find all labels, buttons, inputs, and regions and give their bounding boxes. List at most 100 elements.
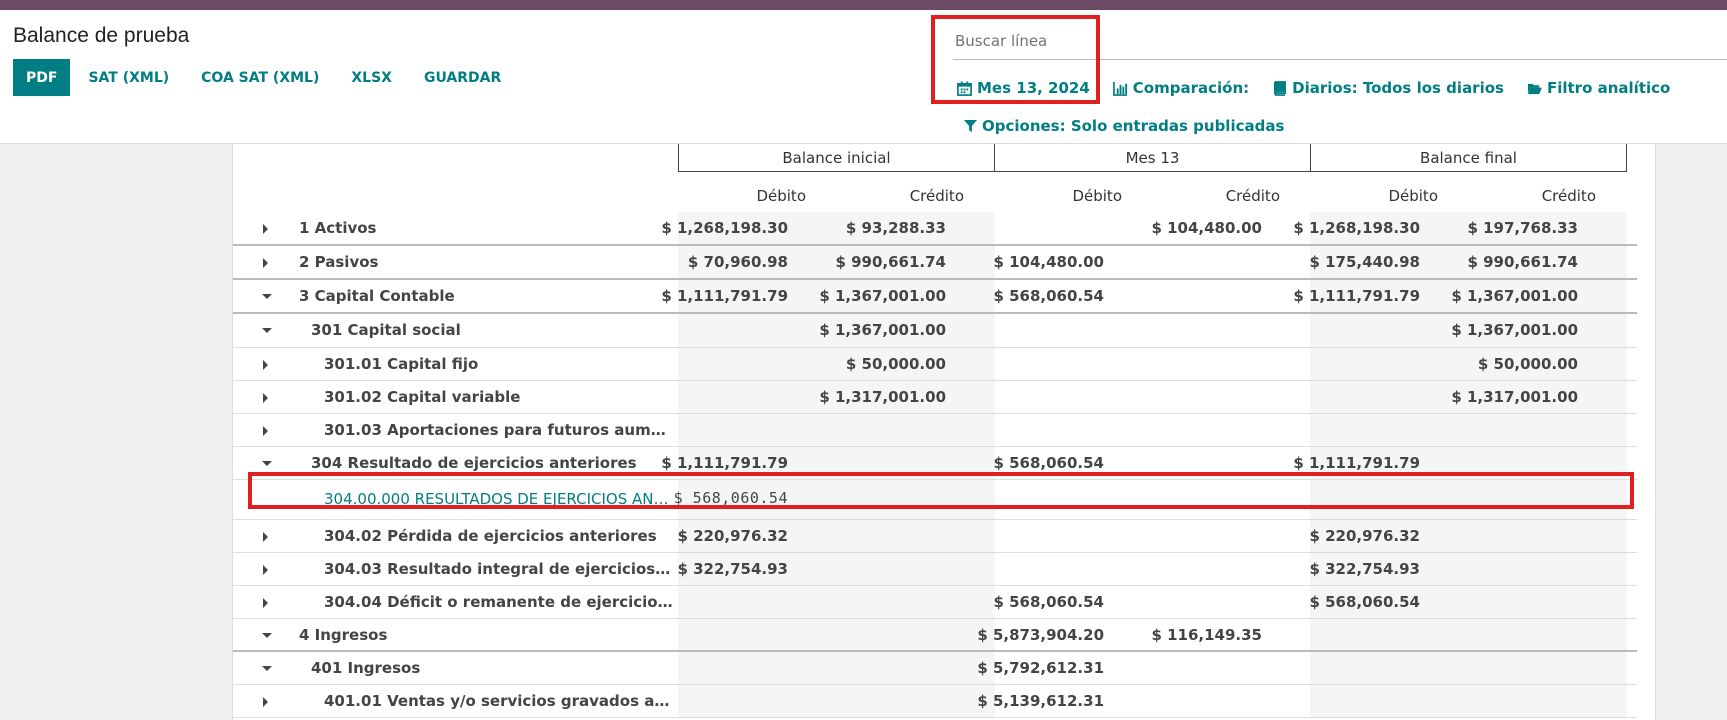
caret-right-icon[interactable] bbox=[263, 360, 268, 370]
amount-cell: $ 990,661.74 bbox=[835, 253, 946, 271]
amount-cell: $ 116,149.35 bbox=[1151, 626, 1262, 644]
group-header-balance-final: Balance final bbox=[1310, 144, 1627, 172]
amount-cell: $ 50,000.00 bbox=[1477, 355, 1578, 373]
caret-right-icon[interactable] bbox=[263, 697, 268, 707]
table-row[interactable]: 304.03 Resultado integral de ejercicios … bbox=[233, 553, 1637, 586]
table-row[interactable]: 304.00.000 RESULTADOS DE EJERCICIOS ANTE… bbox=[233, 480, 1637, 520]
caret-right-icon[interactable] bbox=[263, 426, 268, 436]
group-header-mes-13: Mes 13 bbox=[994, 144, 1311, 172]
caret-down-icon[interactable] bbox=[262, 461, 272, 466]
caret-down-icon[interactable] bbox=[262, 328, 272, 333]
column-shade bbox=[678, 685, 995, 717]
table-row[interactable]: 301.03 Aportaciones para futuros aumento… bbox=[233, 414, 1637, 447]
account-name: 301.03 Aportaciones para futuros aumento… bbox=[324, 421, 673, 439]
group-header-balance-inicial: Balance inicial bbox=[678, 144, 995, 172]
table-row[interactable]: 2 Pasivos $ 70,960.98 $ 990,661.74 $ 104,48… bbox=[233, 246, 1637, 280]
account-name: 304.03 Resultado integral de ejercicios … bbox=[324, 560, 673, 578]
column-shade bbox=[1310, 414, 1627, 446]
sat-xml-button[interactable]: SAT (XML) bbox=[72, 59, 185, 96]
amount-cell: $ 568,060.54 bbox=[993, 287, 1104, 305]
column-shade bbox=[1310, 480, 1627, 519]
caret-right-icon[interactable] bbox=[263, 532, 268, 542]
search-bar bbox=[953, 23, 1727, 60]
amount-cell: $ 1,111,791.79 bbox=[661, 454, 788, 472]
table-row[interactable]: 301 Capital social $ 1,367,001.00 $ 1,367,… bbox=[233, 314, 1637, 348]
amount-cell: $ 93,288.33 bbox=[845, 219, 946, 237]
caret-right-icon[interactable] bbox=[263, 224, 268, 234]
amount-cell: $ 568,060.54 bbox=[673, 489, 788, 507]
comparison-filter[interactable]: Comparación: bbox=[1112, 79, 1249, 97]
amount-cell: $ 568,060.54 bbox=[1309, 593, 1420, 611]
amount-cell: $ 322,754.93 bbox=[1309, 560, 1420, 578]
caret-down-icon[interactable] bbox=[262, 633, 272, 638]
date-filter[interactable]: Mes 13, 2024 bbox=[957, 79, 1090, 97]
table-row[interactable]: 301.02 Capital variable $ 1,317,001.00 $ 1… bbox=[233, 381, 1637, 414]
account-link[interactable]: 304.00.000 RESULTADOS DE EJERCICIOS ANTE… bbox=[324, 490, 673, 508]
column-shade bbox=[678, 619, 995, 650]
caret-right-icon[interactable] bbox=[263, 393, 268, 403]
amount-cell: $ 5,873,904.20 bbox=[977, 626, 1104, 644]
caret-right-icon[interactable] bbox=[263, 565, 268, 575]
amount-cell: $ 1,111,791.79 bbox=[1293, 454, 1420, 472]
account-name: 301.01 Capital fijo bbox=[324, 355, 479, 373]
guardar-button[interactable]: GUARDAR bbox=[408, 59, 517, 96]
journals-filter-label: Diarios: Todos los diarios bbox=[1292, 79, 1504, 97]
account-name: 301 Capital social bbox=[311, 321, 461, 339]
amount-cell: $ 1,367,001.00 bbox=[819, 321, 946, 339]
xlsx-button[interactable]: XLSX bbox=[335, 59, 408, 96]
table-row[interactable]: 304.04 Déficit o remanente de ejercicio … bbox=[233, 586, 1637, 619]
table-row[interactable]: 401 Ingresos $ 5,792,612.31 bbox=[233, 652, 1637, 685]
table-row[interactable]: 1 Activos $ 1,268,198.30 $ 93,288.33 $ 104,… bbox=[233, 212, 1637, 246]
amount-cell: $ 104,480.00 bbox=[1151, 219, 1262, 237]
options-filter[interactable]: Opciones: Solo entradas publicadas bbox=[964, 117, 1284, 135]
date-filter-label: Mes 13, 2024 bbox=[977, 79, 1090, 97]
column-shade bbox=[1310, 685, 1627, 717]
column-shade bbox=[1310, 348, 1627, 380]
account-name: 4 Ingresos bbox=[299, 626, 388, 644]
table-row[interactable]: 301.01 Capital fijo $ 50,000.00 $ 50,000.0… bbox=[233, 348, 1637, 381]
account-name: 304.04 Déficit o remanente de ejercicio … bbox=[324, 593, 673, 611]
amount-cell: $ 1,367,001.00 bbox=[819, 287, 946, 305]
coa-sat-xml-button[interactable]: COA SAT (XML) bbox=[185, 59, 335, 96]
caret-down-icon[interactable] bbox=[262, 294, 272, 299]
amount-cell: $ 990,661.74 bbox=[1467, 253, 1578, 271]
options-filter-label: Opciones: Solo entradas publicadas bbox=[982, 117, 1285, 135]
table-row[interactable]: 3 Capital Contable $ 1,111,791.79 $ 1,367,… bbox=[233, 280, 1637, 314]
table-row[interactable]: 4 Ingresos $ 5,873,904.20 $ 116,149.35 bbox=[233, 619, 1637, 652]
report-rows: 1 Activos $ 1,268,198.30 $ 93,288.33 $ 104,… bbox=[233, 212, 1657, 718]
amount-cell: $ 220,976.32 bbox=[677, 527, 788, 545]
col-header-debito-inicial: Débito bbox=[756, 187, 806, 205]
table-row[interactable]: 401.01 Ventas y/o servicios gravados a l… bbox=[233, 685, 1637, 718]
pdf-button[interactable]: PDF bbox=[13, 59, 71, 96]
amount-cell: $ 568,060.54 bbox=[993, 593, 1104, 611]
table-row[interactable]: 304 Resultado de ejercicios anteriores $ … bbox=[233, 447, 1637, 480]
amount-cell: $ 322,754.93 bbox=[677, 560, 788, 578]
account-name: 304.02 Pérdida de ejercicios anteriores bbox=[324, 527, 657, 545]
column-shade bbox=[1310, 652, 1627, 684]
amount-cell: $ 220,976.32 bbox=[1309, 527, 1420, 545]
amount-cell: $ 5,139,612.31 bbox=[977, 692, 1104, 710]
account-name: 3 Capital Contable bbox=[299, 287, 455, 305]
caret-right-icon[interactable] bbox=[263, 598, 268, 608]
amount-cell: $ 5,792,612.31 bbox=[977, 659, 1104, 677]
caret-right-icon[interactable] bbox=[263, 258, 268, 268]
account-name: 304 Resultado de ejercicios anteriores bbox=[311, 454, 637, 472]
column-shade bbox=[678, 652, 995, 684]
search-input[interactable] bbox=[953, 23, 1727, 59]
column-shade bbox=[678, 586, 995, 618]
page-title: Balance de prueba bbox=[13, 24, 190, 47]
account-name: 1 Activos bbox=[299, 219, 377, 237]
col-header-credito-final: Crédito bbox=[1541, 187, 1596, 205]
amount-cell: $ 1,111,791.79 bbox=[1293, 287, 1420, 305]
top-navbar bbox=[0, 0, 1727, 10]
bar-chart-icon bbox=[1112, 81, 1127, 96]
trial-balance-report: Balance inicial Mes 13 Balance final Déb… bbox=[232, 144, 1656, 720]
analytic-filter[interactable]: Filtro analítico bbox=[1527, 79, 1670, 97]
journals-filter[interactable]: Diarios: Todos los diarios bbox=[1272, 79, 1504, 97]
table-row[interactable]: 304.02 Pérdida de ejercicios anteriores $… bbox=[233, 520, 1637, 553]
amount-cell: $ 70,960.98 bbox=[687, 253, 788, 271]
col-header-credito-inicial: Crédito bbox=[909, 187, 964, 205]
amount-cell: $ 197,768.33 bbox=[1467, 219, 1578, 237]
caret-down-icon[interactable] bbox=[262, 666, 272, 671]
report-actions: PDF SAT (XML) COA SAT (XML) XLSX GUARDAR bbox=[13, 59, 517, 96]
